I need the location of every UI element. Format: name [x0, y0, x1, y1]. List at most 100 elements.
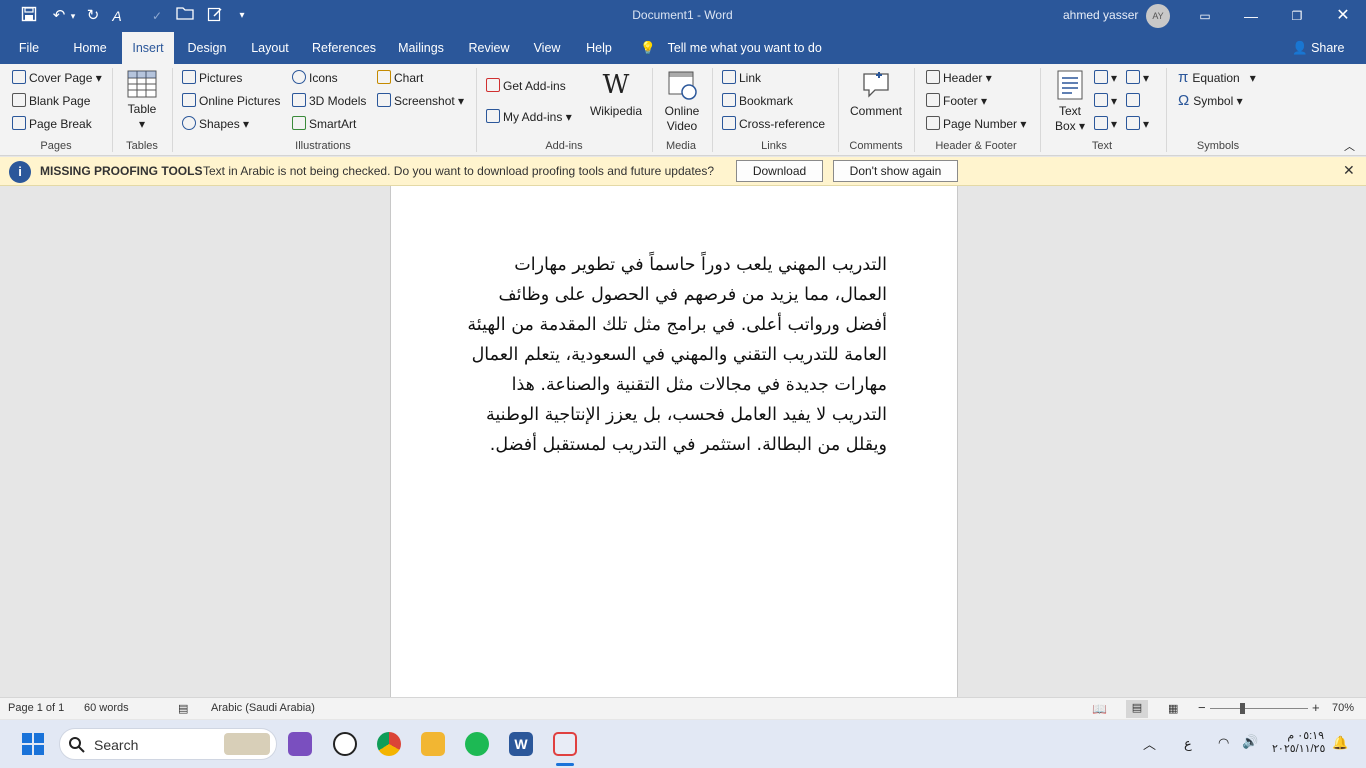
cube-icon [292, 93, 306, 107]
page-number-button[interactable]: Page Number ▾ [926, 115, 1026, 133]
ribbon-display-icon[interactable]: ▭ [1182, 0, 1228, 32]
tab-insert[interactable]: Insert [122, 32, 174, 64]
undo-dropdown-icon[interactable]: ▾ [68, 6, 78, 26]
tab-file[interactable]: File [8, 32, 50, 64]
my-addins-button[interactable]: My Add-ins ▾ [486, 108, 572, 126]
blank-page-button[interactable]: Blank Page [12, 92, 90, 110]
close-icon[interactable]: ✕ [1343, 162, 1355, 179]
header-icon [926, 70, 940, 84]
bookmark-button[interactable]: Bookmark [722, 92, 793, 110]
signature-line-button[interactable]: ▾ [1126, 69, 1149, 87]
chevron-up-icon[interactable]: ︿ [1143, 734, 1156, 753]
wordart-icon [1094, 93, 1108, 107]
visual-studio-icon[interactable] [288, 732, 312, 756]
wordart-button[interactable]: ▾ [1094, 92, 1117, 110]
document-paragraph[interactable]: التدريب المهني يلعب دوراً حاسماً في تطوي… [457, 250, 887, 460]
file-explorer-icon[interactable] [421, 732, 445, 756]
snipping-tool-icon[interactable] [553, 732, 577, 756]
customize-toolbar-icon[interactable]: ▾ [234, 6, 250, 26]
text-format-icon[interactable]: A [106, 6, 128, 26]
equation-button[interactable]: π Equation ▾ [1178, 69, 1256, 87]
proofing-icon[interactable]: ▤ [178, 702, 188, 715]
word-count[interactable]: 60 words [84, 702, 129, 714]
input-language[interactable]: ع [1184, 736, 1192, 752]
wifi-icon[interactable]: ◠ [1218, 735, 1229, 751]
screenshot-button[interactable]: Screenshot ▾ [377, 92, 464, 110]
link-button[interactable]: Link [722, 69, 761, 87]
read-mode-icon[interactable]: 📖 [1092, 702, 1107, 716]
language-indicator[interactable]: Arabic (Saudi Arabia) [211, 702, 315, 714]
undo-icon[interactable]: ↶ [48, 6, 70, 26]
web-layout-icon[interactable]: ▦ [1168, 702, 1178, 715]
drop-cap-button[interactable]: ▾ [1094, 115, 1117, 133]
cover-page-button[interactable]: Cover Page ▾ [12, 69, 102, 87]
tab-mailings[interactable]: Mailings [390, 32, 452, 64]
wikipedia-button[interactable]: W Wikipedia [588, 70, 644, 119]
zoom-out-button[interactable]: − [1198, 700, 1206, 715]
spelling-icon[interactable]: ✓ [146, 6, 168, 26]
smartart-button[interactable]: SmartArt [292, 115, 356, 133]
tab-layout[interactable]: Layout [244, 32, 296, 64]
shapes-icon [182, 116, 196, 130]
footer-button[interactable]: Footer ▾ [926, 92, 987, 110]
clock[interactable]: ٠٥:١٩ م ٢٠٢٥/١١/٢٥ [1272, 729, 1325, 755]
collapse-ribbon-icon[interactable]: ︿ [1344, 138, 1355, 156]
tab-references[interactable]: References [306, 32, 382, 64]
edit-doc-icon[interactable] [204, 6, 226, 26]
volume-icon[interactable]: 🔊 [1242, 734, 1258, 750]
user-name[interactable]: ahmed yasser [1063, 8, 1138, 22]
restore-icon[interactable]: ❐ [1274, 0, 1320, 32]
zoom-level[interactable]: 70% [1332, 702, 1354, 714]
zoom-slider[interactable] [1210, 703, 1308, 714]
minimize-icon[interactable]: — [1228, 0, 1274, 32]
page-break-button[interactable]: Page Break [12, 115, 92, 133]
tell-me-search[interactable]: 💡 Tell me what you want to do [640, 32, 822, 64]
tab-view[interactable]: View [526, 32, 568, 64]
notification-bell-icon[interactable]: 🔔 [1332, 735, 1348, 751]
zoom-slider-thumb[interactable] [1240, 703, 1245, 714]
tab-design[interactable]: Design [180, 32, 234, 64]
smartart-icon [292, 116, 306, 130]
online-pictures-button[interactable]: Online Pictures [182, 92, 280, 110]
icons-button[interactable]: Icons [292, 69, 338, 87]
save-icon[interactable] [18, 6, 40, 26]
close-icon[interactable]: ✕ [1320, 0, 1366, 32]
chart-button[interactable]: Chart [377, 69, 423, 87]
3d-models-button[interactable]: 3D Models [292, 92, 366, 110]
object-button[interactable]: ▾ [1126, 115, 1149, 133]
avatar[interactable]: AY [1146, 4, 1170, 28]
document-page[interactable]: التدريب المهني يلعب دوراً حاسماً في تطوي… [390, 186, 958, 697]
open-folder-icon[interactable] [174, 6, 196, 26]
word-icon[interactable]: W [509, 732, 533, 756]
taskbar-search[interactable]: Search [59, 728, 277, 760]
share-button[interactable]: 👤 Share [1292, 32, 1344, 64]
get-addins-button[interactable]: Get Add-ins [486, 77, 566, 95]
text-box-button[interactable]: Text Box ▾ [1050, 70, 1090, 134]
tab-help[interactable]: Help [578, 32, 620, 64]
symbol-button[interactable]: Ω Symbol ▾ [1178, 92, 1243, 110]
download-button[interactable]: Download [736, 160, 823, 182]
document-canvas[interactable]: التدريب المهني يلعب دوراً حاسماً في تطوي… [0, 186, 1366, 697]
quick-parts-button[interactable]: ▾ [1094, 69, 1117, 87]
chatgpt-icon[interactable] [333, 732, 357, 756]
header-button[interactable]: Header ▾ [926, 69, 992, 87]
tab-home[interactable]: Home [64, 32, 116, 64]
windows-start-icon[interactable] [21, 732, 45, 756]
pictures-button[interactable]: Pictures [182, 69, 242, 87]
spotify-icon[interactable] [465, 732, 489, 756]
dont-show-again-button[interactable]: Don't show again [833, 160, 958, 182]
tab-review[interactable]: Review [462, 32, 516, 64]
page-count[interactable]: Page 1 of 1 [8, 702, 64, 714]
cross-reference-button[interactable]: Cross-reference [722, 115, 825, 133]
zoom-in-button[interactable]: + [1312, 700, 1320, 715]
print-layout-icon[interactable]: ▤ [1126, 700, 1148, 718]
date-time-button[interactable] [1126, 92, 1143, 110]
comment-button[interactable]: Comment [846, 70, 906, 119]
table-button[interactable]: Table ▾ [122, 70, 162, 132]
online-video-button[interactable]: Online Video [660, 70, 704, 134]
shapes-button[interactable]: Shapes ▾ [182, 115, 249, 133]
chrome-icon[interactable] [377, 732, 401, 756]
object-icon [1126, 116, 1140, 130]
table-icon [127, 70, 157, 98]
redo-icon[interactable]: ↻ [82, 6, 104, 26]
